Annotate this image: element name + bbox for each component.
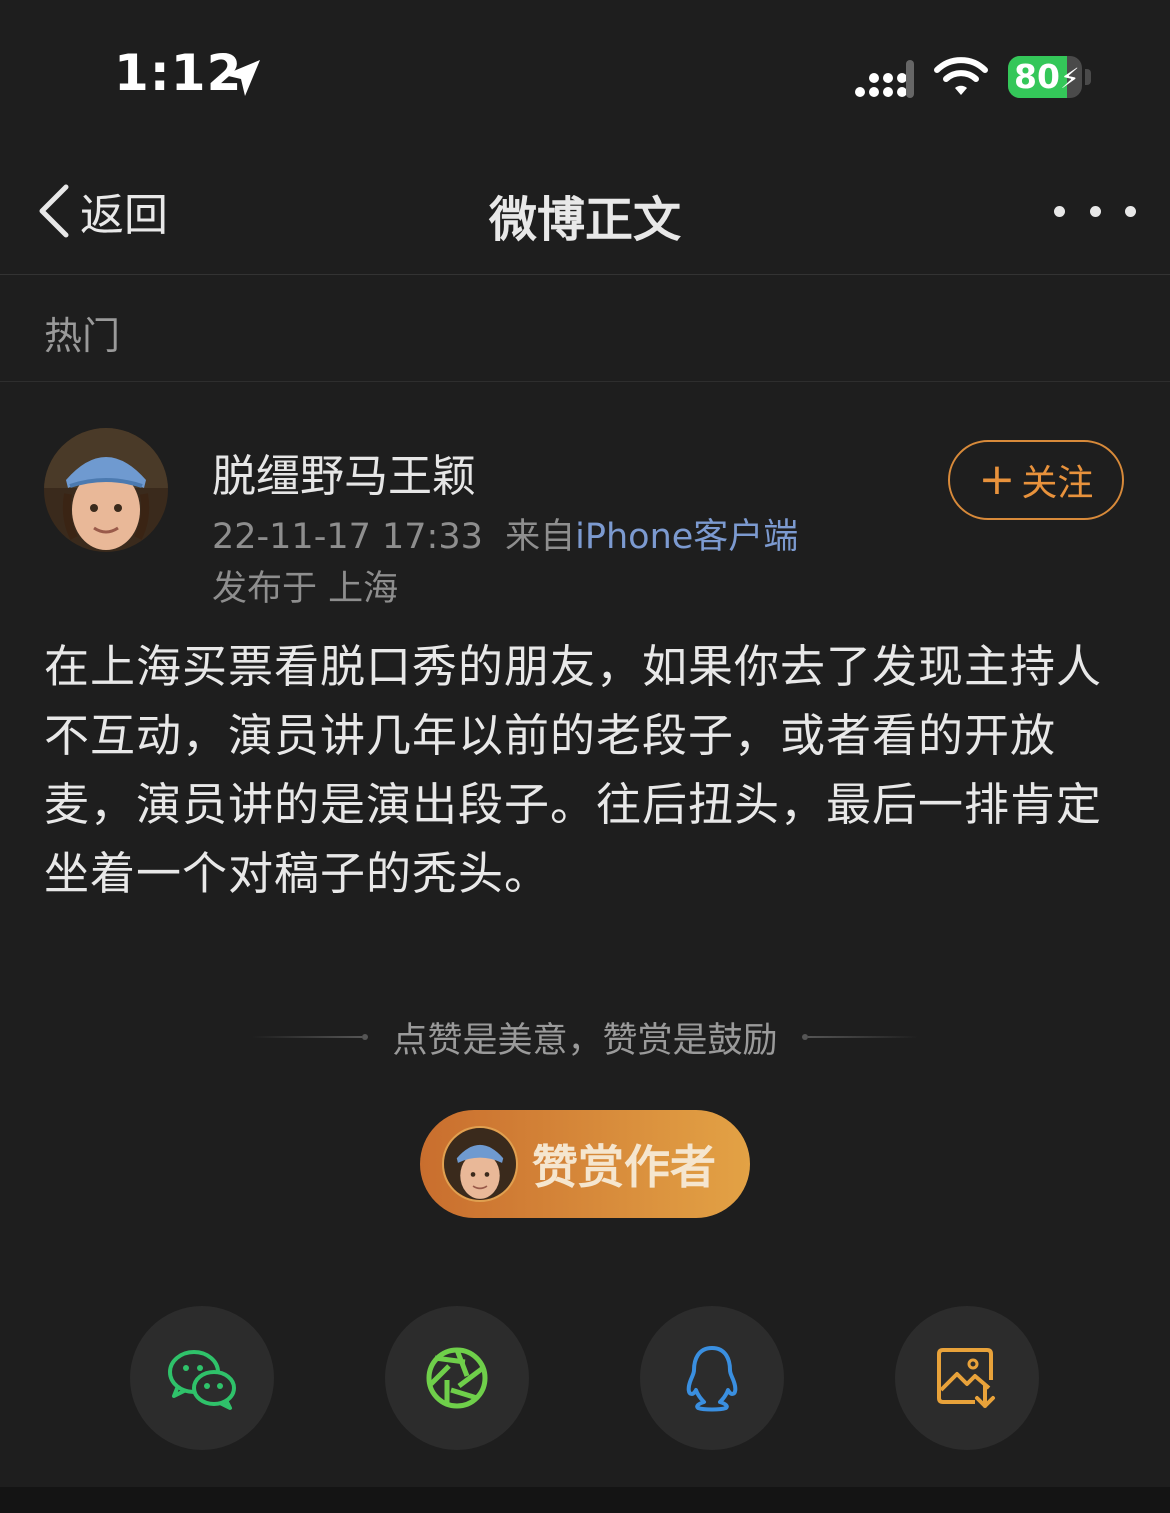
more-dot-icon: [1054, 205, 1065, 217]
charging-bolt-icon: ⚡: [1059, 62, 1080, 95]
location-arrow-icon: [224, 60, 260, 96]
avatar-image: [44, 428, 168, 552]
follow-button[interactable]: + 关注: [948, 440, 1124, 520]
reward-button-label: 赞赏作者: [532, 1140, 716, 1194]
reward-hint-text: 点赞是美意，赞赏是鼓励: [392, 1020, 778, 1061]
wifi-icon: [934, 57, 988, 95]
section-header: 热门: [0, 275, 1170, 382]
qq-icon: [686, 1346, 738, 1412]
share-wechat-button[interactable]: [130, 1306, 274, 1450]
save-image-button[interactable]: [895, 1306, 1039, 1450]
post-meta: 22-11-17 17:33 来自iPhone客户端: [212, 508, 798, 559]
page-title: 微博正文: [488, 192, 681, 248]
reward-avatar: [442, 1126, 518, 1202]
more-dot-icon: [1125, 205, 1136, 217]
battery-level: 80⚡: [1014, 57, 1080, 96]
more-options-button[interactable]: [1054, 196, 1136, 226]
divider: [807, 1036, 918, 1038]
save-image-icon: [937, 1348, 995, 1408]
reward-hint: 点赞是美意，赞赏是鼓励: [0, 1012, 1170, 1062]
reward-author-button[interactable]: 赞赏作者: [420, 1110, 750, 1218]
wechat-icon: [168, 1350, 236, 1410]
moments-icon: [426, 1347, 488, 1409]
author-name[interactable]: 脱缰野马王颖: [212, 440, 476, 504]
source-link[interactable]: iPhone客户端: [575, 517, 798, 557]
author-avatar[interactable]: [44, 428, 168, 552]
post-location: 发布于 上海: [212, 569, 399, 609]
nav-bar: 返回 微博正文: [0, 150, 1170, 275]
follow-label: 关注: [1021, 463, 1094, 504]
share-moments-button[interactable]: [385, 1306, 529, 1450]
section-label: 热门: [44, 314, 121, 358]
screen: 1:12 80⚡ 返回 微博正文 热门 脱缰野马王颖 22-11-17 17:3…: [0, 0, 1170, 1513]
plus-icon: +: [978, 454, 1016, 505]
bottom-bar: [0, 1487, 1170, 1513]
post-body: 在上海买票看脱口秀的朋友，如果你去了发现主持人不互动，演员讲几年以前的老段子，或…: [44, 640, 1103, 900]
more-dot-icon: [1089, 205, 1101, 217]
divider: [252, 1036, 363, 1038]
cellular-signal-icon: [855, 60, 914, 98]
battery-indicator: 80⚡: [1008, 56, 1092, 98]
post-timestamp: 22-11-17 17:33: [212, 517, 483, 557]
source-prefix: 来自: [505, 517, 576, 557]
status-bar: 1:12 80⚡: [0, 0, 1170, 150]
share-qq-button[interactable]: [640, 1306, 784, 1450]
